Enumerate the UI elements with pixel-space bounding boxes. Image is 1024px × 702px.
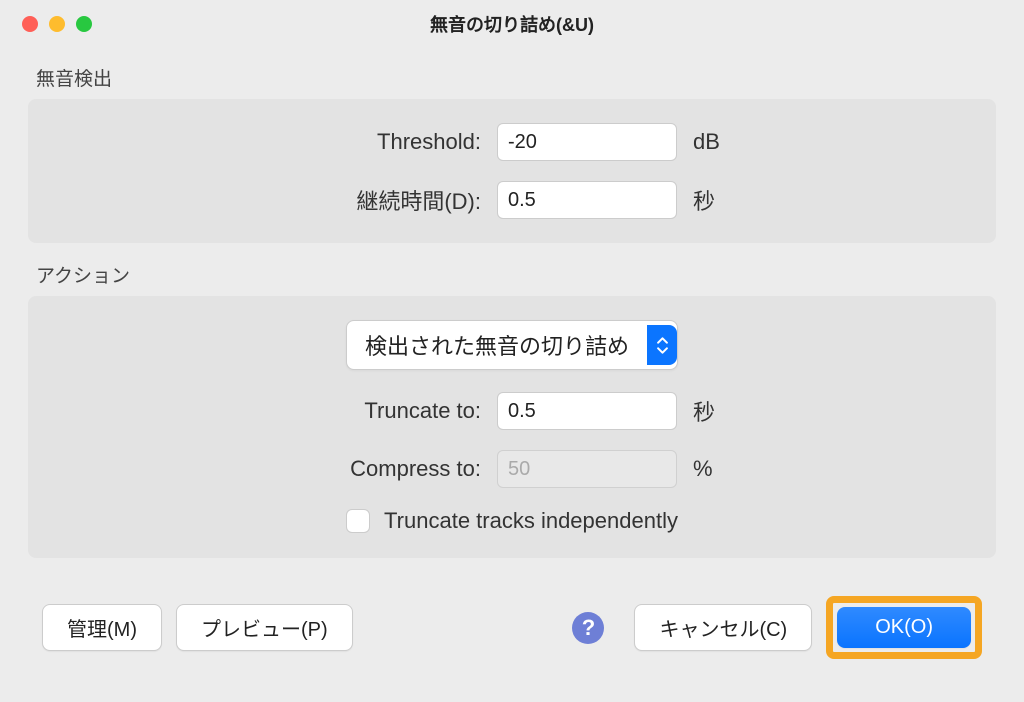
action-select[interactable]: 検出された無音の切り詰め [346, 320, 678, 370]
truncate-input[interactable] [497, 392, 677, 430]
independent-checkbox-label: Truncate tracks independently [384, 508, 678, 534]
compress-input [497, 450, 677, 488]
compress-label: Compress to: [281, 456, 481, 482]
window-title: 無音の切り詰め(&U) [0, 11, 1024, 37]
threshold-label: Threshold: [281, 129, 481, 155]
duration-label: 継続時間(D): [281, 184, 481, 216]
threshold-unit: dB [693, 129, 743, 155]
threshold-row: Threshold: dB [64, 123, 960, 161]
action-panel: 検出された無音の切り詰め Truncate to: 秒 Compress to:… [28, 296, 996, 558]
compress-row: Compress to: % [64, 450, 960, 488]
close-icon[interactable] [22, 16, 38, 32]
truncate-unit: 秒 [693, 395, 743, 427]
detection-panel: Threshold: dB 継続時間(D): 秒 [28, 99, 996, 243]
traffic-lights [0, 16, 92, 32]
preview-button[interactable]: プレビュー(P) [176, 604, 353, 651]
truncate-label: Truncate to: [281, 398, 481, 424]
duration-input[interactable] [497, 181, 677, 219]
independent-checkbox[interactable] [346, 509, 370, 533]
button-bar: 管理(M) プレビュー(P) ? キャンセル(C) OK(O) [28, 576, 996, 659]
independent-checkbox-row: Truncate tracks independently [64, 508, 960, 534]
highlight-box: OK(O) [826, 596, 982, 659]
action-section-label: アクション [28, 261, 996, 288]
titlebar: 無音の切り詰め(&U) [0, 0, 1024, 48]
manage-button[interactable]: 管理(M) [42, 604, 162, 651]
threshold-input[interactable] [497, 123, 677, 161]
maximize-icon[interactable] [76, 16, 92, 32]
duration-row: 継続時間(D): 秒 [64, 181, 960, 219]
truncate-row: Truncate to: 秒 [64, 392, 960, 430]
duration-unit: 秒 [693, 184, 743, 216]
help-icon[interactable]: ? [572, 612, 604, 644]
action-select-wrap: 検出された無音の切り詰め [64, 320, 960, 370]
detection-section-label: 無音検出 [28, 64, 996, 91]
dialog-content: 無音検出 Threshold: dB 継続時間(D): 秒 アクション 検出され… [0, 48, 1024, 683]
dialog-window: 無音の切り詰め(&U) 無音検出 Threshold: dB 継続時間(D): … [0, 0, 1024, 702]
compress-unit: % [693, 456, 743, 482]
ok-button[interactable]: OK(O) [837, 607, 971, 648]
dropdown-arrows-icon [647, 325, 677, 365]
minimize-icon[interactable] [49, 16, 65, 32]
cancel-button[interactable]: キャンセル(C) [634, 604, 812, 651]
action-select-label: 検出された無音の切り詰め [347, 321, 647, 369]
